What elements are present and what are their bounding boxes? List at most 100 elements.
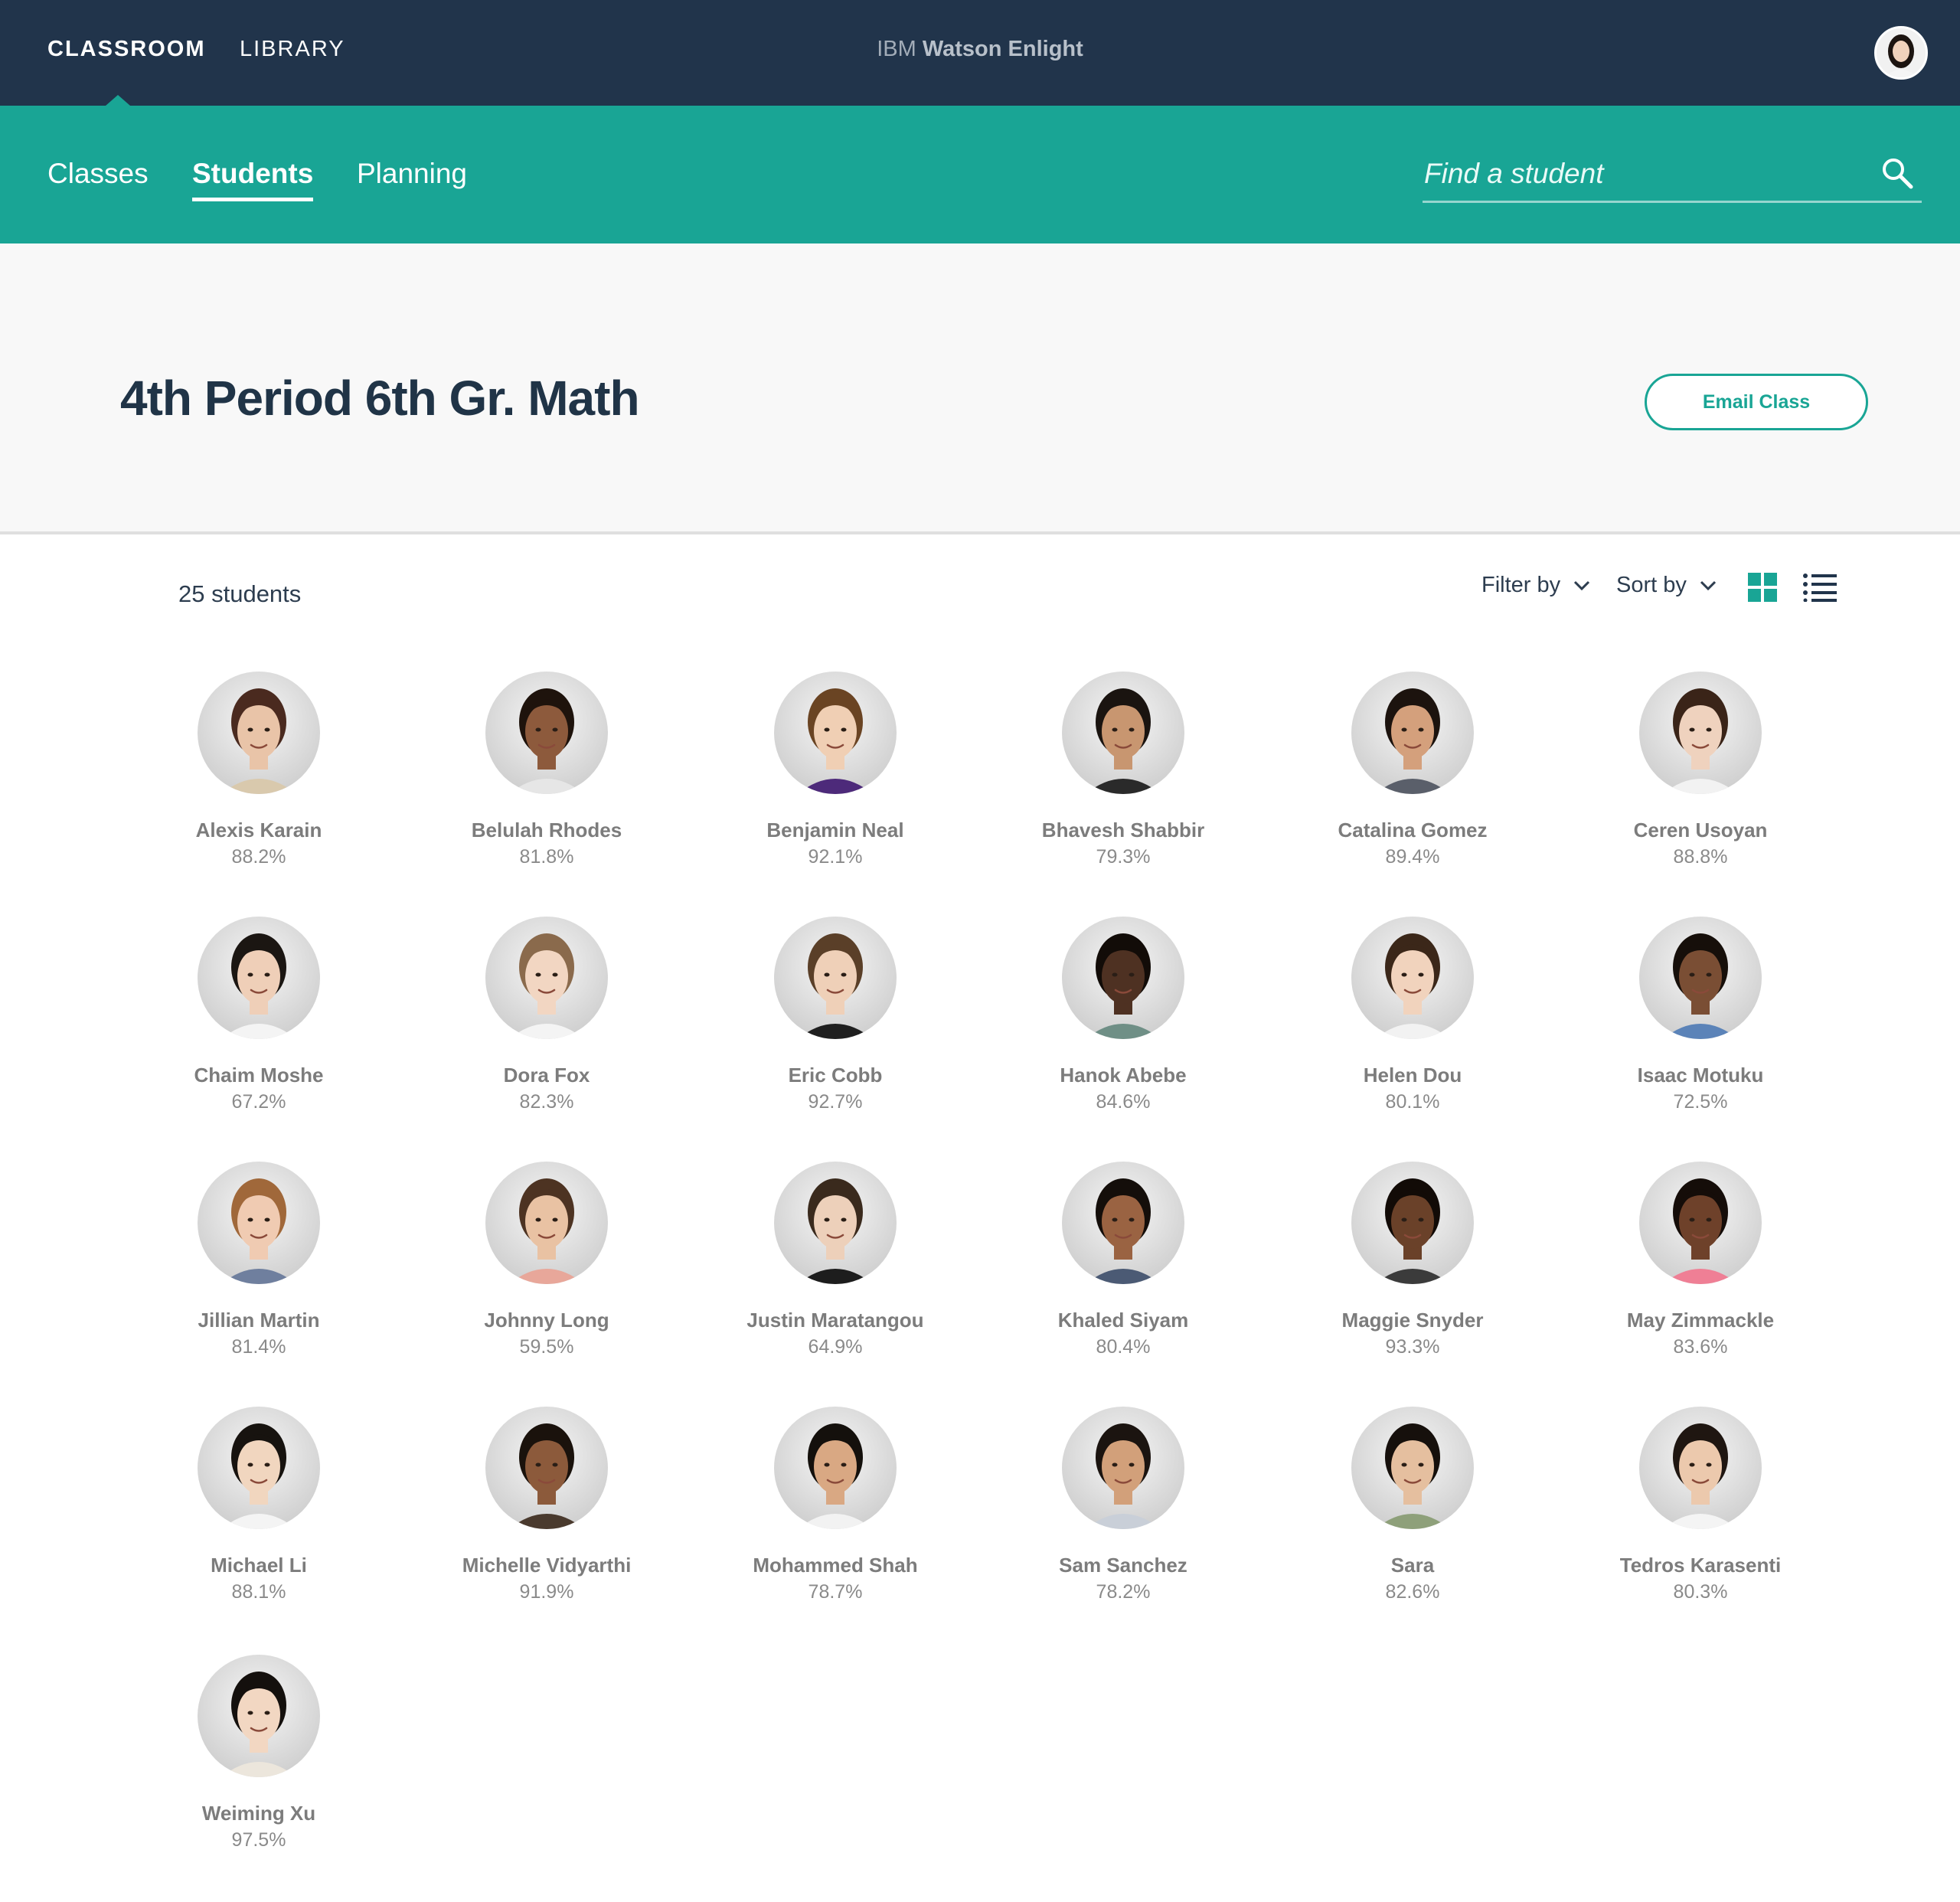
student-name: Chaim Moshe <box>194 1064 324 1087</box>
student-score: 80.1% <box>1385 1091 1440 1113</box>
student-photo <box>485 672 608 794</box>
student-photo <box>1639 1407 1762 1529</box>
tab-planning[interactable]: Planning <box>357 158 467 190</box>
student-card[interactable]: Ceren Usoyan 88.8% <box>1586 672 1815 886</box>
student-card[interactable]: May Zimmackle 83.6% <box>1586 1162 1815 1376</box>
active-nav-indicator <box>106 95 130 106</box>
student-card[interactable]: Justin Maratangou 64.9% <box>720 1162 950 1376</box>
search-icon[interactable] <box>1880 156 1914 190</box>
grid-view-icon[interactable] <box>1748 573 1777 602</box>
student-score: 59.5% <box>519 1336 574 1358</box>
student-photo <box>1062 672 1184 794</box>
student-card[interactable]: Helen Dou 80.1% <box>1298 917 1527 1131</box>
student-score: 80.4% <box>1096 1336 1151 1358</box>
secondary-navigation: Classes Students Planning <box>0 106 1960 243</box>
student-card[interactable]: Mohammed Shah 78.7% <box>720 1407 950 1621</box>
student-score: 78.7% <box>808 1581 863 1603</box>
chevron-down-icon <box>1700 580 1716 590</box>
student-score: 91.9% <box>519 1581 574 1603</box>
top-navigation-bar: CLASSROOM LIBRARY IBM Watson Enlight <box>0 0 1960 106</box>
student-name: Jillian Martin <box>198 1309 320 1332</box>
student-name: Mohammed Shah <box>753 1554 918 1577</box>
filter-dropdown[interactable]: Filter by <box>1481 573 1591 598</box>
student-photo <box>1062 917 1184 1039</box>
student-name: Ceren Usoyan <box>1633 819 1768 842</box>
student-name: Dora Fox <box>503 1064 590 1087</box>
student-name: Sara <box>1390 1554 1435 1577</box>
active-tab-underline <box>192 198 313 201</box>
student-photo <box>485 917 608 1039</box>
student-name: Alexis Karain <box>195 819 322 842</box>
student-name: Helen Dou <box>1363 1064 1462 1087</box>
list-view-icon[interactable] <box>1803 573 1837 603</box>
student-score: 92.1% <box>808 846 863 868</box>
student-photo <box>198 1407 320 1529</box>
student-photo <box>1062 1162 1184 1284</box>
tab-classes[interactable]: Classes <box>47 158 149 190</box>
student-name: Benjamin Neal <box>766 819 904 842</box>
student-score: 83.6% <box>1673 1336 1728 1358</box>
student-score: 64.9% <box>808 1336 863 1358</box>
user-avatar-icon <box>1877 28 1926 77</box>
sort-dropdown[interactable]: Sort by <box>1616 573 1717 598</box>
student-card[interactable]: Benjamin Neal 92.1% <box>720 672 950 886</box>
sort-label: Sort by <box>1616 573 1687 597</box>
student-card[interactable]: Tedros Karasenti 80.3% <box>1586 1407 1815 1621</box>
student-score: 88.8% <box>1673 846 1728 868</box>
student-card[interactable]: Khaled Siyam 80.4% <box>1008 1162 1238 1376</box>
student-score: 72.5% <box>1673 1091 1728 1113</box>
student-score: 97.5% <box>231 1829 286 1851</box>
brand-product: Watson Enlight <box>922 37 1083 61</box>
student-photo <box>774 1162 897 1284</box>
student-card[interactable]: Belulah Rhodes 81.8% <box>432 672 662 886</box>
student-score: 89.4% <box>1385 846 1440 868</box>
student-score: 80.3% <box>1673 1581 1728 1603</box>
student-name: Eric Cobb <box>788 1064 883 1087</box>
student-card[interactable]: Jillian Martin 81.4% <box>144 1162 374 1376</box>
student-card[interactable]: Dora Fox 82.3% <box>432 917 662 1131</box>
student-card[interactable]: Maggie Snyder 93.3% <box>1298 1162 1527 1376</box>
student-card[interactable]: Sam Sanchez 78.2% <box>1008 1407 1238 1621</box>
student-photo <box>1351 1162 1474 1284</box>
class-header: 4th Period 6th Gr. Math Email Class <box>0 243 1960 534</box>
student-name: Johnny Long <box>484 1309 609 1332</box>
student-photo <box>485 1407 608 1529</box>
student-photo <box>1639 1162 1762 1284</box>
student-card[interactable]: Michelle Vidyarthi 91.9% <box>432 1407 662 1621</box>
student-name: Weiming Xu <box>201 1802 316 1825</box>
student-score: 79.3% <box>1096 846 1151 868</box>
brand-logo-text: IBM Watson Enlight <box>0 37 1960 62</box>
student-name: Justin Maratangou <box>746 1309 924 1332</box>
student-card[interactable]: Eric Cobb 92.7% <box>720 917 950 1131</box>
student-photo <box>774 1407 897 1529</box>
student-name: Tedros Karasenti <box>1619 1554 1782 1577</box>
student-card[interactable]: Isaac Motuku 72.5% <box>1586 917 1815 1131</box>
student-photo <box>1639 917 1762 1039</box>
student-photo <box>198 917 320 1039</box>
student-card[interactable]: Michael Li 88.1% <box>144 1407 374 1621</box>
search-input[interactable] <box>1423 152 1854 196</box>
student-name: Bhavesh Shabbir <box>1041 819 1205 842</box>
tab-students[interactable]: Students <box>192 158 313 190</box>
student-photo <box>485 1162 608 1284</box>
student-card[interactable]: Alexis Karain 88.2% <box>144 672 374 886</box>
student-card[interactable]: Bhavesh Shabbir 79.3% <box>1008 672 1238 886</box>
student-photo <box>198 1655 320 1777</box>
student-photo <box>1351 917 1474 1039</box>
student-card[interactable]: Weiming Xu 97.5% <box>144 1655 374 1869</box>
student-card[interactable]: Johnny Long 59.5% <box>432 1162 662 1376</box>
student-name: Catalina Gomez <box>1338 819 1488 842</box>
student-card[interactable]: Sara 82.6% <box>1298 1407 1527 1621</box>
student-card[interactable]: Catalina Gomez 89.4% <box>1298 672 1527 886</box>
student-score: 88.1% <box>231 1581 286 1603</box>
student-name: Hanok Abebe <box>1060 1064 1187 1087</box>
student-photo <box>774 672 897 794</box>
student-photo <box>198 1162 320 1284</box>
email-class-button[interactable]: Email Class <box>1645 374 1868 430</box>
student-card[interactable]: Chaim Moshe 67.2% <box>144 917 374 1131</box>
student-card[interactable]: Hanok Abebe 84.6% <box>1008 917 1238 1131</box>
student-name: May Zimmackle <box>1626 1309 1775 1332</box>
page-title: 4th Period 6th Gr. Math <box>120 371 640 426</box>
user-avatar[interactable] <box>1874 26 1928 80</box>
student-score: 93.3% <box>1385 1336 1440 1358</box>
